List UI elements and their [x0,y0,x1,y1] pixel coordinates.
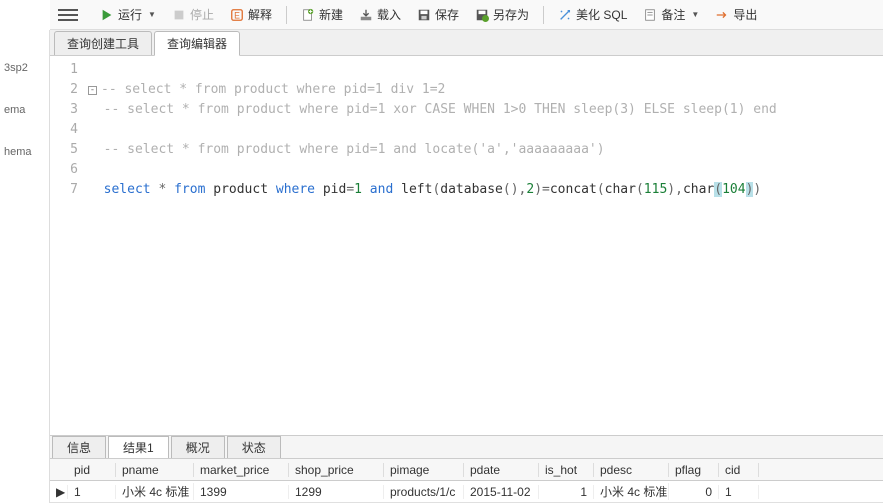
col-pdate[interactable]: pdate [464,463,539,477]
stop-label: 停止 [190,6,214,23]
load-button[interactable]: 载入 [353,4,407,25]
run-dropdown-icon: ▼ [148,10,156,19]
col-market-price[interactable]: market_price [194,463,289,477]
export-button[interactable]: 导出 [709,4,763,25]
col-pdesc[interactable]: pdesc [594,463,669,477]
col-is-hot[interactable]: is_hot [539,463,594,477]
col-pimage[interactable]: pimage [384,463,464,477]
tree-item[interactable]: 3sp2 [2,34,47,76]
tab-query-editor[interactable]: 查询编辑器 [154,31,240,56]
result-grid[interactable]: pid pname market_price shop_price pimage… [50,459,883,503]
explain-button[interactable]: E 解释 [224,4,278,25]
tab-overview[interactable]: 概况 [171,436,225,458]
fold-icon[interactable]: - [88,86,97,95]
remark-dropdown-icon: ▼ [691,10,699,19]
beautify-button[interactable]: 美化 SQL [552,4,633,25]
tab-info[interactable]: 信息 [52,436,106,458]
stop-button: 停止 [166,4,220,25]
menu-icon[interactable] [58,7,78,23]
tree-item[interactable]: ema [2,76,47,118]
row-marker-icon: ▶ [50,485,68,499]
remark-label: 备注 [661,6,685,23]
run-label: 运行 [118,6,142,23]
object-tree[interactable]: 3sp2 ema hema [0,30,50,503]
table-row[interactable]: ▶ 1 小米 4c 标准 1399 1299 products/1/c 2015… [50,481,883,503]
load-label: 载入 [377,6,401,23]
beautify-label: 美化 SQL [576,6,627,23]
col-shop-price[interactable]: shop_price [289,463,384,477]
new-button[interactable]: 新建 [295,4,349,25]
line-gutter: 1234567 [50,56,84,435]
svg-text:E: E [234,10,240,20]
export-label: 导出 [733,6,757,23]
col-cid[interactable]: cid [719,463,759,477]
save-label: 保存 [435,6,459,23]
col-pid[interactable]: pid [68,463,116,477]
tree-item[interactable]: hema [2,118,47,160]
explain-label: 解释 [248,6,272,23]
col-pflag[interactable]: pflag [669,463,719,477]
save-button[interactable]: 保存 [411,4,465,25]
col-pname[interactable]: pname [116,463,194,477]
grid-header: pid pname market_price shop_price pimage… [50,459,883,481]
saveas-button[interactable]: 另存为 [469,4,535,25]
remark-button[interactable]: 备注 ▼ [637,4,705,25]
tab-status[interactable]: 状态 [227,436,281,458]
tab-query-builder[interactable]: 查询创建工具 [54,31,152,55]
saveas-label: 另存为 [493,6,529,23]
run-button[interactable]: 运行 ▼ [94,4,162,25]
new-label: 新建 [319,6,343,23]
tab-result1[interactable]: 结果1 [108,436,169,458]
sql-editor[interactable]: 1234567 --- select * from product where … [50,56,883,435]
